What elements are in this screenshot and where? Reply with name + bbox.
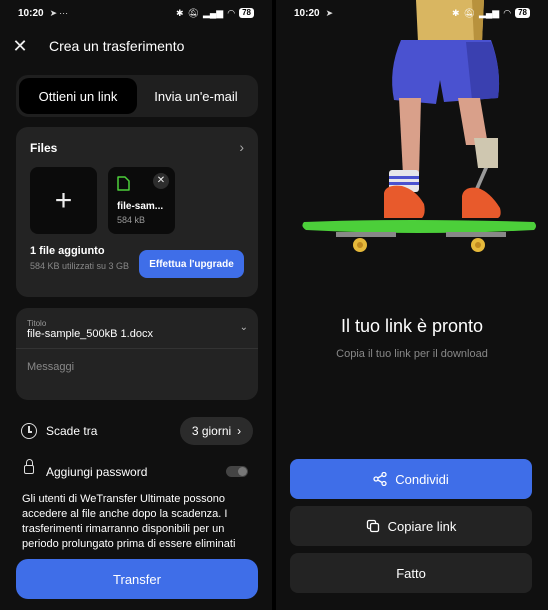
ready-title: Il tuo link è pronto — [340, 316, 484, 336]
signal-icon: ▂▄▆ — [203, 7, 224, 18]
chevron-right-icon[interactable]: › — [239, 139, 244, 155]
bluetooth-icon: ✱ — [452, 7, 460, 18]
telegram-icon: ➤ — [325, 7, 334, 18]
more-dots-icon: ··· — [59, 8, 69, 18]
upgrade-button[interactable]: Effettua l'upgrade — [139, 250, 244, 278]
system-icons: ✱ 🔕︎ ▂▄▆ ◠ 78 — [176, 8, 254, 19]
clock-icon — [21, 423, 37, 439]
lock-icon — [24, 459, 34, 474]
ultimate-info-text: Gli utenti di WeTransfer Ultimate posson… — [22, 493, 236, 550]
tab-send-email[interactable]: Invia un'e-mail — [137, 78, 255, 114]
share-button[interactable]: Condividi — [290, 459, 532, 499]
header: ✕ Crea un trasferimento — [0, 34, 272, 58]
password-row: Aggiungi password — [16, 459, 258, 482]
chevron-down-icon[interactable]: ⌄ — [240, 322, 248, 333]
status-bar: 10:20 ➤ ··· ✱ 🔕︎ ▂▄▆ ◠ 78 — [0, 0, 272, 26]
files-card: Files › + ✕ file-sam... 584 kB 1 file ag… — [16, 127, 258, 297]
share-icon — [373, 472, 387, 486]
wifi-icon: ◠ — [227, 7, 236, 18]
transfer-mode-tabs: Ottieni un link Invia un'e-mail — [16, 75, 258, 117]
copy-link-button[interactable]: Copiare link — [290, 506, 532, 546]
toggle-knob — [238, 467, 247, 476]
expiry-selector[interactable]: 3 giorni › — [180, 417, 253, 445]
transfer-button[interactable]: Transfer — [16, 559, 258, 599]
signal-icon: ▂▄▆ — [479, 7, 500, 18]
done-button[interactable]: Fatto — [290, 553, 532, 593]
expiry-row: Scade tra 3 giorni › — [16, 416, 258, 446]
bluetooth-icon: ✱ — [176, 7, 184, 18]
copy-label: Copiare link — [387, 518, 457, 534]
file-name: file-sam... — [117, 201, 164, 212]
close-icon[interactable]: ✕ — [12, 37, 28, 55]
notification-icons: ➤ — [326, 8, 334, 19]
plus-icon: + — [54, 183, 73, 217]
chevron-right-icon: › — [237, 424, 242, 438]
message-input[interactable]: Messaggi — [27, 361, 74, 373]
wifi-icon: ◠ — [503, 7, 512, 18]
telegram-icon: ➤ — [49, 7, 58, 18]
notification-icons: ➤ ··· — [50, 8, 69, 19]
mute-icon: 🔕︎ — [187, 7, 199, 18]
status-time: 10:20 — [294, 7, 320, 19]
title-label: Titolo — [27, 319, 47, 328]
title-input[interactable]: file-sample_500kB 1.docx — [27, 328, 153, 340]
files-title: Files — [30, 141, 58, 155]
added-count: 1 file aggiunto — [30, 245, 105, 257]
remove-file-button[interactable]: ✕ — [153, 173, 169, 189]
expiry-label: Scade tra — [46, 424, 98, 438]
status-time: 10:20 — [18, 7, 44, 19]
link-ready-screen: 10:20 ➤ ✱ 🔕︎ ▂▄▆ ◠ 78 Il tuo link è pron… — [276, 0, 548, 610]
tab-get-link[interactable]: Ottieni un link — [19, 78, 137, 114]
file-size: 584 kB — [117, 215, 146, 225]
mute-icon: 🔕︎ — [463, 7, 475, 18]
file-tile[interactable]: ✕ file-sam... 584 kB — [108, 167, 175, 234]
system-icons: ✱ 🔕︎ ▂▄▆ ◠ 78 — [452, 8, 530, 19]
status-bar: 10:20 ➤ ✱ 🔕︎ ▂▄▆ ◠ 78 — [276, 0, 548, 26]
expiry-value: 3 giorni — [191, 424, 232, 438]
share-label: Condividi — [395, 471, 449, 487]
skateboarder-illustration — [302, 0, 536, 252]
transfer-form-card: Titolo file-sample_500kB 1.docx ⌄ Messag… — [16, 308, 258, 400]
document-icon — [117, 176, 130, 191]
create-transfer-screen: 10:20 ➤ ··· ✱ 🔕︎ ▂▄▆ ◠ 78 ✕ Crea un tras… — [0, 0, 272, 610]
page-title: Crea un trasferimento — [49, 38, 185, 54]
ready-subtitle: Copia il tuo link per il download — [336, 348, 488, 360]
password-toggle[interactable] — [226, 466, 248, 477]
copy-icon — [366, 519, 379, 533]
password-label: Aggiungi password — [46, 465, 148, 479]
battery-icon: 78 — [515, 8, 530, 18]
storage-info: 584 KB utilizzati su 3 GB — [30, 261, 130, 271]
battery-icon: 78 — [239, 8, 254, 18]
divider — [16, 348, 258, 349]
add-file-button[interactable]: + — [30, 167, 97, 234]
